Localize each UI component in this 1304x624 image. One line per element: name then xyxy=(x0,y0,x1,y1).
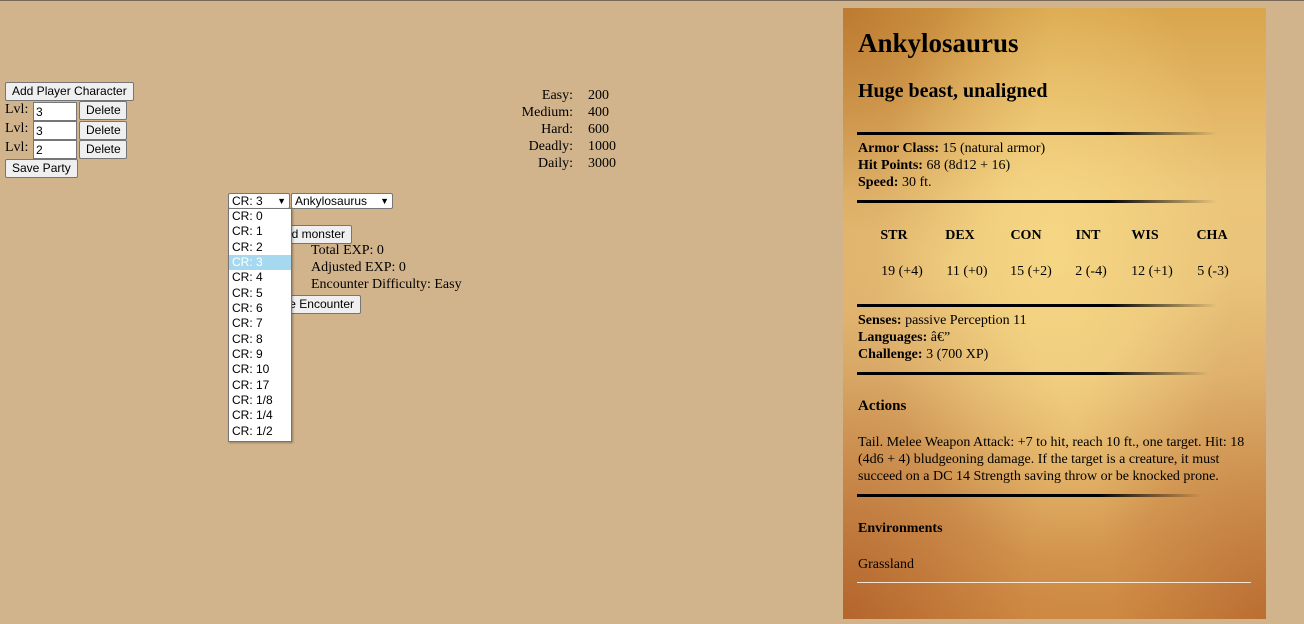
threshold-value: 1000 xyxy=(588,139,616,154)
languages: Languages: â€” xyxy=(858,330,950,346)
cr-option[interactable]: CR: 0 xyxy=(229,209,291,224)
ability-score: 11 (+0) xyxy=(946,264,988,279)
ability-name: INT xyxy=(1075,228,1101,243)
cr-option[interactable]: CR: 7 xyxy=(229,316,291,331)
threshold-value: 200 xyxy=(588,88,609,103)
ability-score: 5 (-3) xyxy=(1197,264,1229,279)
hit-points: Hit Points: 68 (8d12 + 16) xyxy=(858,158,1010,174)
ability-score: 2 (-4) xyxy=(1075,264,1107,279)
challenge: Challenge: 3 (700 XP) xyxy=(858,347,988,363)
challenge-label: Challenge: xyxy=(858,347,923,362)
cr-option[interactable]: CR: 1/8 xyxy=(229,393,291,408)
hit-points-value: 68 (8d12 + 16) xyxy=(926,158,1011,173)
cr-dropdown-list: CR: 0 CR: 1 CR: 2 CR: 3 CR: 4 CR: 5 CR: … xyxy=(228,208,292,442)
armor-class: Armor Class: 15 (natural armor) xyxy=(858,141,1045,157)
cr-select[interactable]: CR: 3 ▼ xyxy=(228,193,290,209)
threshold-value: 400 xyxy=(588,105,609,120)
threshold-value: 600 xyxy=(588,122,609,137)
encounter-difficulty: Encounter Difficulty: Easy xyxy=(311,277,462,292)
languages-label: Languages: xyxy=(858,330,928,345)
chevron-down-icon: ▼ xyxy=(380,196,389,206)
divider xyxy=(857,372,1209,375)
monster-stat-block: Ankylosaurus Huge beast, unaligned Armor… xyxy=(843,8,1266,619)
speed-label: Speed: xyxy=(858,175,899,190)
ability-name: CHA xyxy=(1196,228,1228,243)
cr-option[interactable]: CR: 10 xyxy=(229,362,291,377)
monster-name: Ankylosaurus xyxy=(858,28,1019,58)
delete-player-button[interactable]: Delete xyxy=(79,101,127,120)
cr-option[interactable]: CR: 5 xyxy=(229,286,291,301)
speed: Speed: 30 ft. xyxy=(858,175,932,191)
add-player-character-button[interactable]: Add Player Character xyxy=(5,82,134,101)
threshold-name: Deadly: xyxy=(528,139,573,154)
divider xyxy=(857,132,1217,135)
save-party-button[interactable]: Save Party xyxy=(5,159,78,178)
challenge-value: 3 (700 XP) xyxy=(926,347,989,362)
threshold-name: Medium: xyxy=(521,105,573,120)
adjusted-exp: Adjusted EXP: 0 xyxy=(311,260,406,275)
divider xyxy=(857,200,1217,203)
monster-select[interactable]: Ankylosaurus ▼ xyxy=(291,193,393,209)
level-label: Lvl: xyxy=(5,102,29,117)
delete-player-button[interactable]: Delete xyxy=(79,121,127,140)
cr-option[interactable]: CR: 1/2 xyxy=(229,424,291,439)
delete-player-button[interactable]: Delete xyxy=(79,140,127,159)
cr-option[interactable]: CR: 6 xyxy=(229,301,291,316)
ability-score: 19 (+4) xyxy=(881,264,923,279)
hit-points-label: Hit Points: xyxy=(858,158,923,173)
chevron-down-icon: ▼ xyxy=(277,196,286,206)
languages-value: â€” xyxy=(930,330,951,345)
ability-name: WIS xyxy=(1131,228,1159,243)
cr-option[interactable]: CR: 1/4 xyxy=(229,408,291,423)
divider xyxy=(857,582,1251,583)
divider xyxy=(857,494,1202,497)
action-description: Tail. Melee Weapon Attack: +7 to hit, re… xyxy=(858,435,1245,484)
total-exp: Total EXP: 0 xyxy=(311,243,384,258)
cr-option-selected[interactable]: CR: 3 xyxy=(229,255,291,271)
senses: Senses: passive Perception 11 xyxy=(858,313,1027,329)
ability-score: 12 (+1) xyxy=(1131,264,1173,279)
level-label: Lvl: xyxy=(5,140,29,155)
cr-select-value: CR: 3 xyxy=(232,194,263,208)
actions-heading: Actions xyxy=(858,398,907,414)
cr-option[interactable]: CR: 4 xyxy=(229,270,291,285)
cr-option[interactable]: CR: 9 xyxy=(229,347,291,362)
cr-option[interactable]: CR: 2 xyxy=(229,240,291,255)
ability-name: DEX xyxy=(945,228,975,243)
monster-type: Huge beast, unaligned xyxy=(858,80,1048,102)
environment-value: Grassland xyxy=(858,557,914,572)
divider xyxy=(857,304,1217,307)
player-level-input[interactable] xyxy=(33,102,77,121)
threshold-name: Easy: xyxy=(541,88,573,103)
ability-name: CON xyxy=(1010,228,1042,243)
speed-value: 30 ft. xyxy=(901,175,932,190)
level-label: Lvl: xyxy=(5,121,29,136)
armor-class-value: 15 (natural armor) xyxy=(942,141,1046,156)
threshold-value: 3000 xyxy=(588,156,616,171)
ability-score: 15 (+2) xyxy=(1010,264,1052,279)
cr-option[interactable]: CR: 1 xyxy=(229,224,291,239)
ability-name: STR xyxy=(880,228,908,243)
threshold-name: Daily: xyxy=(538,156,573,171)
player-level-input[interactable] xyxy=(33,121,77,140)
threshold-name: Hard: xyxy=(541,122,573,137)
senses-label: Senses: xyxy=(858,313,902,328)
cr-option[interactable]: CR: 8 xyxy=(229,332,291,347)
environments-heading: Environments xyxy=(858,521,943,536)
monster-select-value: Ankylosaurus xyxy=(295,194,368,208)
player-level-input[interactable] xyxy=(33,140,77,159)
senses-value: passive Perception 11 xyxy=(905,313,1027,328)
cr-option[interactable]: CR: 17 xyxy=(229,378,291,393)
armor-class-label: Armor Class: xyxy=(858,141,940,156)
